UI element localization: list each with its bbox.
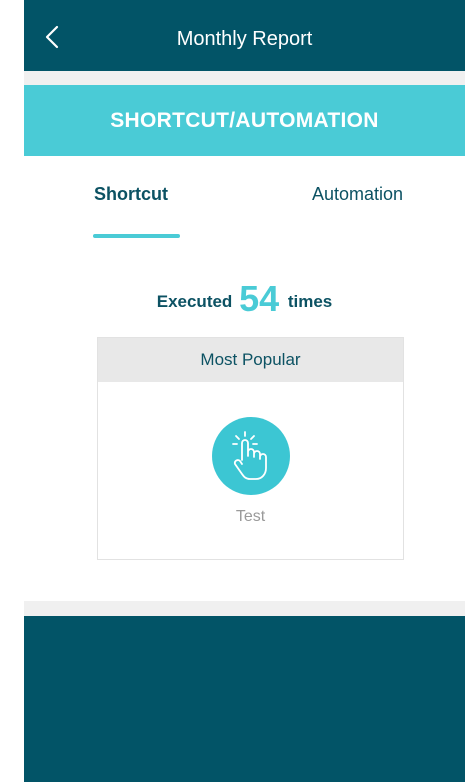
execution-count-summary: Executed 54 times [24, 278, 465, 320]
active-tab-indicator [93, 234, 180, 238]
tap-hand-icon [231, 431, 267, 480]
tab-shortcut[interactable]: Shortcut [94, 184, 168, 205]
shortcut-icon-circle [211, 417, 290, 495]
section-spacer [24, 71, 465, 85]
top-navigation-bar: Monthly Report [24, 0, 465, 71]
page-title: Monthly Report [176, 28, 313, 50]
most-popular-header: Most Popular [98, 338, 403, 382]
shortcut-label: Test [235, 508, 266, 525]
section-title: SHORTCUT/AUTOMATION [110, 109, 379, 132]
executed-suffix: times [287, 292, 333, 311]
left-edge-divider [0, 0, 25, 782]
section-header-banner: SHORTCUT/AUTOMATION [24, 85, 465, 156]
tab-automation[interactable]: Automation [312, 184, 403, 205]
executed-prefix: Executed [156, 292, 233, 311]
bottom-panel [24, 616, 465, 782]
popular-shortcut-item[interactable]: Test [98, 417, 403, 526]
monthly-report-screen: Monthly Report SHORTCUT/AUTOMATION Short… [24, 0, 465, 782]
execution-count: 54 [239, 278, 280, 319]
most-popular-card: Most Popular Test [97, 337, 404, 560]
bottom-spacer [24, 601, 465, 616]
